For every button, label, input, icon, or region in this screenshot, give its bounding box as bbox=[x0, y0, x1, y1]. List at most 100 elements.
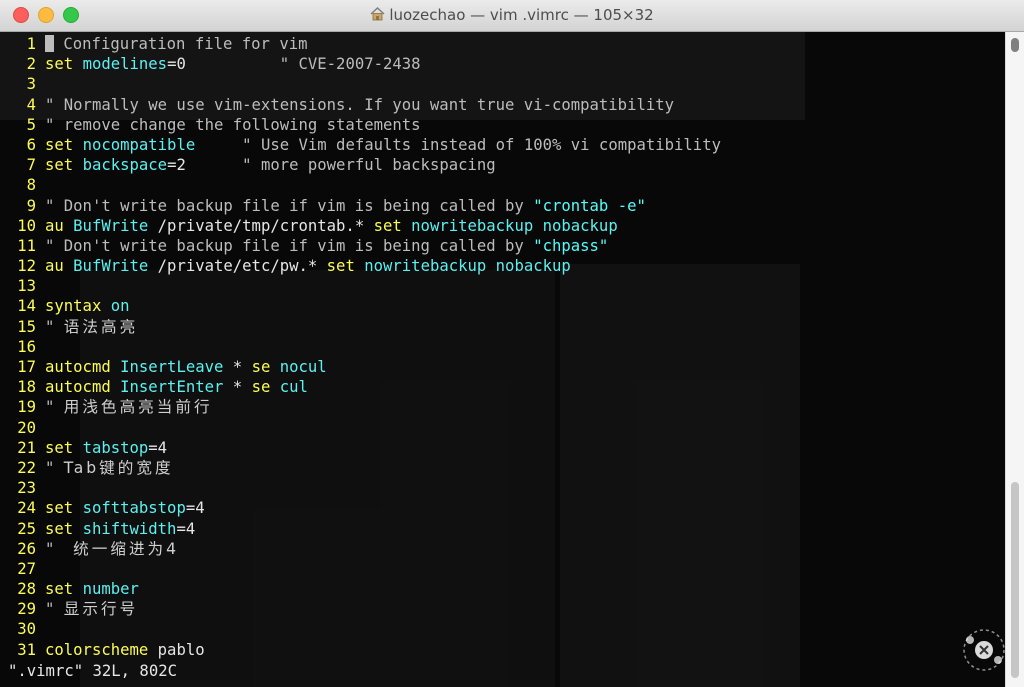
editor-line[interactable]: 11 " Don't write backup file if vim is be… bbox=[0, 236, 1006, 256]
scrollbar-top-thumb[interactable] bbox=[1011, 38, 1019, 52]
editor-line[interactable]: 13 bbox=[0, 276, 1006, 296]
editor-line[interactable]: 28 set number bbox=[0, 579, 1006, 599]
editor-line[interactable]: 27 bbox=[0, 559, 1006, 579]
line-number: 28 bbox=[17, 580, 36, 599]
code-token: softtabstop bbox=[82, 499, 186, 518]
line-number: 13 bbox=[17, 277, 36, 296]
code-token: Configuration file for vim bbox=[54, 35, 308, 53]
scrollbar-thumb[interactable] bbox=[1011, 482, 1019, 678]
editor-line[interactable]: 23 bbox=[0, 478, 1006, 498]
code-token: =0 bbox=[167, 55, 186, 74]
code-token: =2 bbox=[167, 156, 186, 175]
code-token: " bbox=[45, 398, 64, 417]
line-number: 26 bbox=[17, 539, 36, 558]
code-token: 显示行号 bbox=[63, 600, 139, 619]
home-folder-icon bbox=[370, 7, 385, 25]
line-number: 20 bbox=[17, 418, 36, 437]
code-token: =4 bbox=[176, 519, 196, 538]
code-token: shiftwidth bbox=[82, 519, 177, 538]
code-token: se bbox=[251, 378, 271, 397]
editor-line[interactable]: 21 set tabstop=4 bbox=[0, 438, 1006, 458]
line-number: 29 bbox=[17, 600, 36, 619]
code-token: set bbox=[45, 499, 74, 518]
editor-line[interactable]: 2 set modelines=0 " CVE-2007-2438 bbox=[0, 54, 1006, 74]
editor-line[interactable]: 29 " 显示行号 bbox=[0, 599, 1006, 619]
line-number: 6 bbox=[26, 135, 36, 154]
line-number: 19 bbox=[17, 398, 36, 417]
window-titlebar[interactable]: luozechao — vim .vimrc — 105×32 bbox=[0, 0, 1024, 32]
editor-line[interactable]: 15 " 语法高亮 bbox=[0, 317, 1006, 337]
code-token: set bbox=[45, 55, 74, 74]
code-token: pablo bbox=[148, 640, 205, 659]
terminal-content[interactable]: 1 Configuration file for vim 2 set modelin… bbox=[0, 32, 1006, 687]
code-token: " Use Vim defaults instead of 100% vi co… bbox=[195, 135, 721, 154]
code-token: backspace bbox=[82, 156, 168, 175]
editor-line[interactable]: 18 autocmd InsertEnter * se cul bbox=[0, 377, 1006, 397]
line-number: 25 bbox=[17, 519, 36, 538]
editor-line[interactable]: 5 " remove change the following statement… bbox=[0, 115, 1006, 135]
editor-line[interactable]: 7 set backspace=2 " more powerful backspa… bbox=[0, 155, 1006, 175]
code-token: * bbox=[223, 378, 252, 397]
line-number: 4 bbox=[26, 95, 36, 114]
line-number: 9 bbox=[26, 196, 36, 215]
code-token: autocmd bbox=[45, 358, 111, 376]
code-token: =4 bbox=[148, 438, 168, 457]
line-number: 23 bbox=[17, 479, 36, 498]
line-number: 2 bbox=[26, 55, 36, 74]
code-token: Tab键的宽度 bbox=[63, 458, 174, 477]
code-token: "chpass" bbox=[533, 236, 609, 255]
editor-line[interactable]: 17 autocmd InsertLeave * se nocul bbox=[0, 357, 1006, 377]
editor-line[interactable]: 25 set shiftwidth=4 bbox=[0, 519, 1006, 539]
line-number: 12 bbox=[17, 257, 36, 276]
editor-line[interactable]: 14 syntax on bbox=[0, 296, 1006, 316]
editor-line[interactable]: 8 bbox=[0, 175, 1006, 195]
editor-line[interactable]: 31 colorscheme pablo bbox=[0, 640, 1006, 660]
code-token: set bbox=[326, 257, 355, 276]
editor-line[interactable]: 1 Configuration file for vim bbox=[0, 34, 1006, 54]
line-number: 3 bbox=[26, 75, 36, 94]
line-number: 11 bbox=[17, 236, 36, 255]
editor-line[interactable]: 26 " 统一缩进为4 bbox=[0, 539, 1006, 559]
code-token: nowritebackup nobackup bbox=[411, 216, 618, 235]
code-token: cul bbox=[279, 378, 308, 397]
editor-line[interactable]: 24 set softtabstop=4 bbox=[0, 498, 1006, 518]
vertical-scrollbar[interactable] bbox=[1005, 32, 1024, 687]
editor-line[interactable]: 12 au BufWrite /private/etc/pw.* set nowr… bbox=[0, 256, 1006, 276]
code-token: /private/etc/pw.* bbox=[148, 257, 327, 276]
code-token: tabstop bbox=[82, 438, 149, 457]
line-number: 30 bbox=[17, 620, 36, 639]
editor-buffer[interactable]: 1 Configuration file for vim 2 set modelin… bbox=[0, 34, 1006, 660]
code-token: * bbox=[223, 358, 252, 376]
editor-line[interactable]: 4 " Normally we use vim-extensions. If yo… bbox=[0, 95, 1006, 115]
editor-line[interactable]: 9 " Don't write backup file if vim is bei… bbox=[0, 196, 1006, 216]
line-number: 22 bbox=[17, 458, 36, 477]
line-number: 5 bbox=[26, 115, 36, 134]
editor-line[interactable]: 20 bbox=[0, 418, 1006, 438]
code-token: on bbox=[110, 297, 130, 316]
editor-line[interactable]: 22 " Tab键的宽度 bbox=[0, 458, 1006, 478]
code-token: /private/tmp/crontab.* bbox=[148, 216, 374, 235]
code-token: =4 bbox=[185, 499, 205, 518]
code-token: colorscheme bbox=[45, 640, 149, 659]
code-token: set bbox=[45, 438, 74, 457]
editor-line[interactable]: 10 au BufWrite /private/tmp/crontab.* set… bbox=[0, 216, 1006, 236]
editor-line[interactable]: 19 " 用浅色高亮当前行 bbox=[0, 397, 1006, 417]
editor-line[interactable]: 16 bbox=[0, 337, 1006, 357]
text-cursor bbox=[45, 35, 54, 52]
editor-line[interactable]: 3 bbox=[0, 74, 1006, 94]
editor-line[interactable]: 6 set nocompatible " Use Vim defaults ins… bbox=[0, 135, 1006, 155]
code-token: 语法高亮 bbox=[63, 317, 139, 336]
editor-line[interactable]: 30 bbox=[0, 619, 1006, 639]
line-number: 21 bbox=[17, 438, 36, 457]
line-number: 10 bbox=[17, 216, 36, 235]
code-token: set bbox=[45, 156, 74, 175]
code-token: " bbox=[45, 539, 74, 558]
code-token: " Normally we use vim-extensions. If you… bbox=[45, 95, 675, 114]
code-token: " bbox=[45, 458, 64, 477]
